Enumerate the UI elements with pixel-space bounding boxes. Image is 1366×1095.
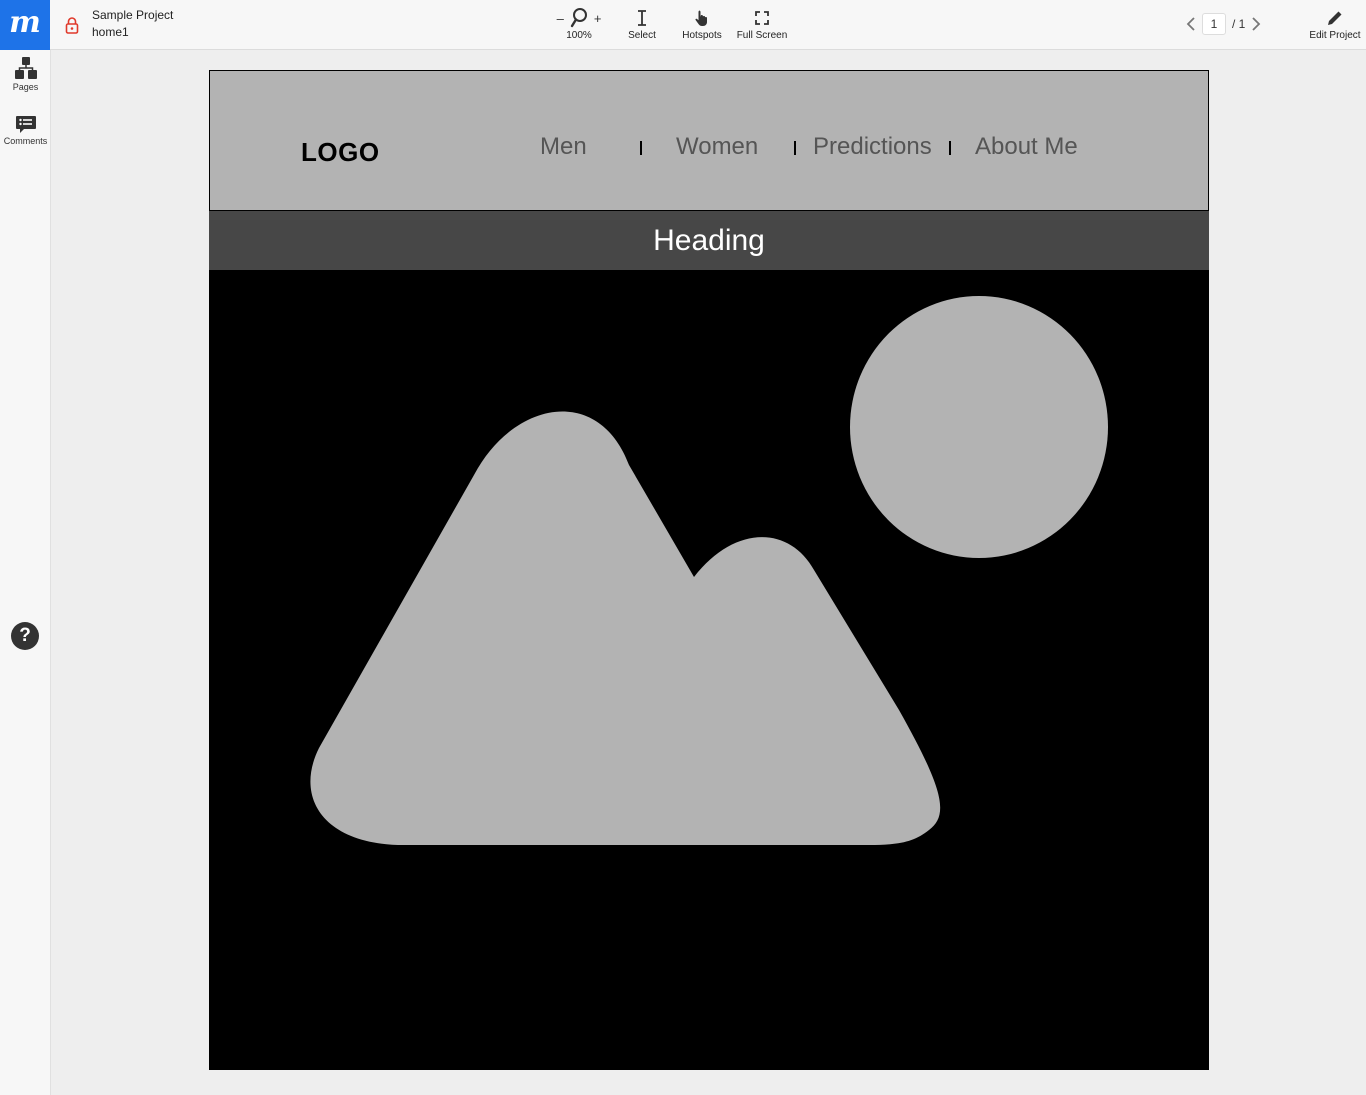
nav-separator	[949, 141, 951, 155]
page-name: home1	[92, 25, 129, 39]
lock-icon[interactable]	[64, 16, 80, 34]
comments-icon	[15, 116, 36, 133]
select-tool-button[interactable]: Select	[622, 6, 662, 41]
mockup-logo: LOGO	[301, 137, 380, 167]
sun-shape	[850, 296, 1108, 558]
top-bar: m Sample Project home1 – + 100% Select H…	[0, 0, 1366, 50]
sidebar-item-comments[interactable]: Comments	[0, 114, 51, 146]
edit-project-button[interactable]: Edit Project	[1306, 6, 1364, 41]
page-heading: Heading	[653, 223, 765, 257]
zoom-control: – + 100%	[548, 6, 610, 41]
pages-icon	[14, 57, 37, 79]
nav-separator	[640, 141, 642, 155]
hotspots-label: Hotspots	[682, 30, 722, 41]
page-number-input[interactable]: 1	[1202, 13, 1226, 35]
nav-link-women[interactable]: Women	[676, 133, 758, 161]
sidebar-item-label: Pages	[12, 82, 39, 92]
fullscreen-label: Full Screen	[736, 30, 788, 41]
nav-link-about-me[interactable]: About Me	[975, 133, 1078, 161]
app-logo-letter: m	[9, 5, 41, 40]
mockup-navbar: LOGO Men Women Predictions About Me	[209, 70, 1209, 211]
app-logo-button[interactable]: m	[0, 0, 50, 50]
help-icon[interactable]: ?	[11, 622, 39, 650]
hand-pointer-icon	[695, 10, 707, 26]
fullscreen-icon	[755, 11, 769, 25]
zoom-out-button[interactable]: –	[557, 11, 564, 26]
edit-project-label: Edit Project	[1309, 30, 1361, 41]
zoom-level: 100%	[566, 30, 592, 41]
nav-link-predictions[interactable]: Predictions	[813, 133, 932, 161]
select-label: Select	[628, 30, 656, 41]
project-name[interactable]: Sample Project	[92, 7, 173, 24]
chevron-left-icon[interactable]	[1186, 16, 1196, 32]
page-pager: 1 / 1	[1186, 13, 1261, 35]
magnifier-icon[interactable]	[570, 7, 588, 29]
pencil-icon	[1328, 11, 1342, 25]
heading-bar: Heading	[209, 211, 1209, 270]
text-cursor-icon	[638, 10, 646, 26]
prototype-canvas: LOGO Men Women Predictions About Me Head…	[209, 70, 1209, 1070]
sidebar-item-pages[interactable]: Pages	[0, 56, 51, 92]
image-placeholder-icon	[209, 270, 1209, 1070]
nav-separator	[794, 141, 796, 155]
project-info: Sample Project home1	[92, 7, 173, 41]
page-total: / 1	[1232, 17, 1246, 31]
zoom-in-button[interactable]: +	[594, 11, 602, 26]
fullscreen-button[interactable]: Full Screen	[733, 6, 791, 41]
hotspots-tool-button[interactable]: Hotspots	[680, 6, 724, 41]
chevron-right-icon[interactable]	[1251, 16, 1261, 32]
left-sidebar: Pages Comments ?	[0, 50, 51, 1095]
sidebar-item-label: Comments	[3, 136, 48, 146]
nav-link-men[interactable]: Men	[540, 133, 587, 161]
